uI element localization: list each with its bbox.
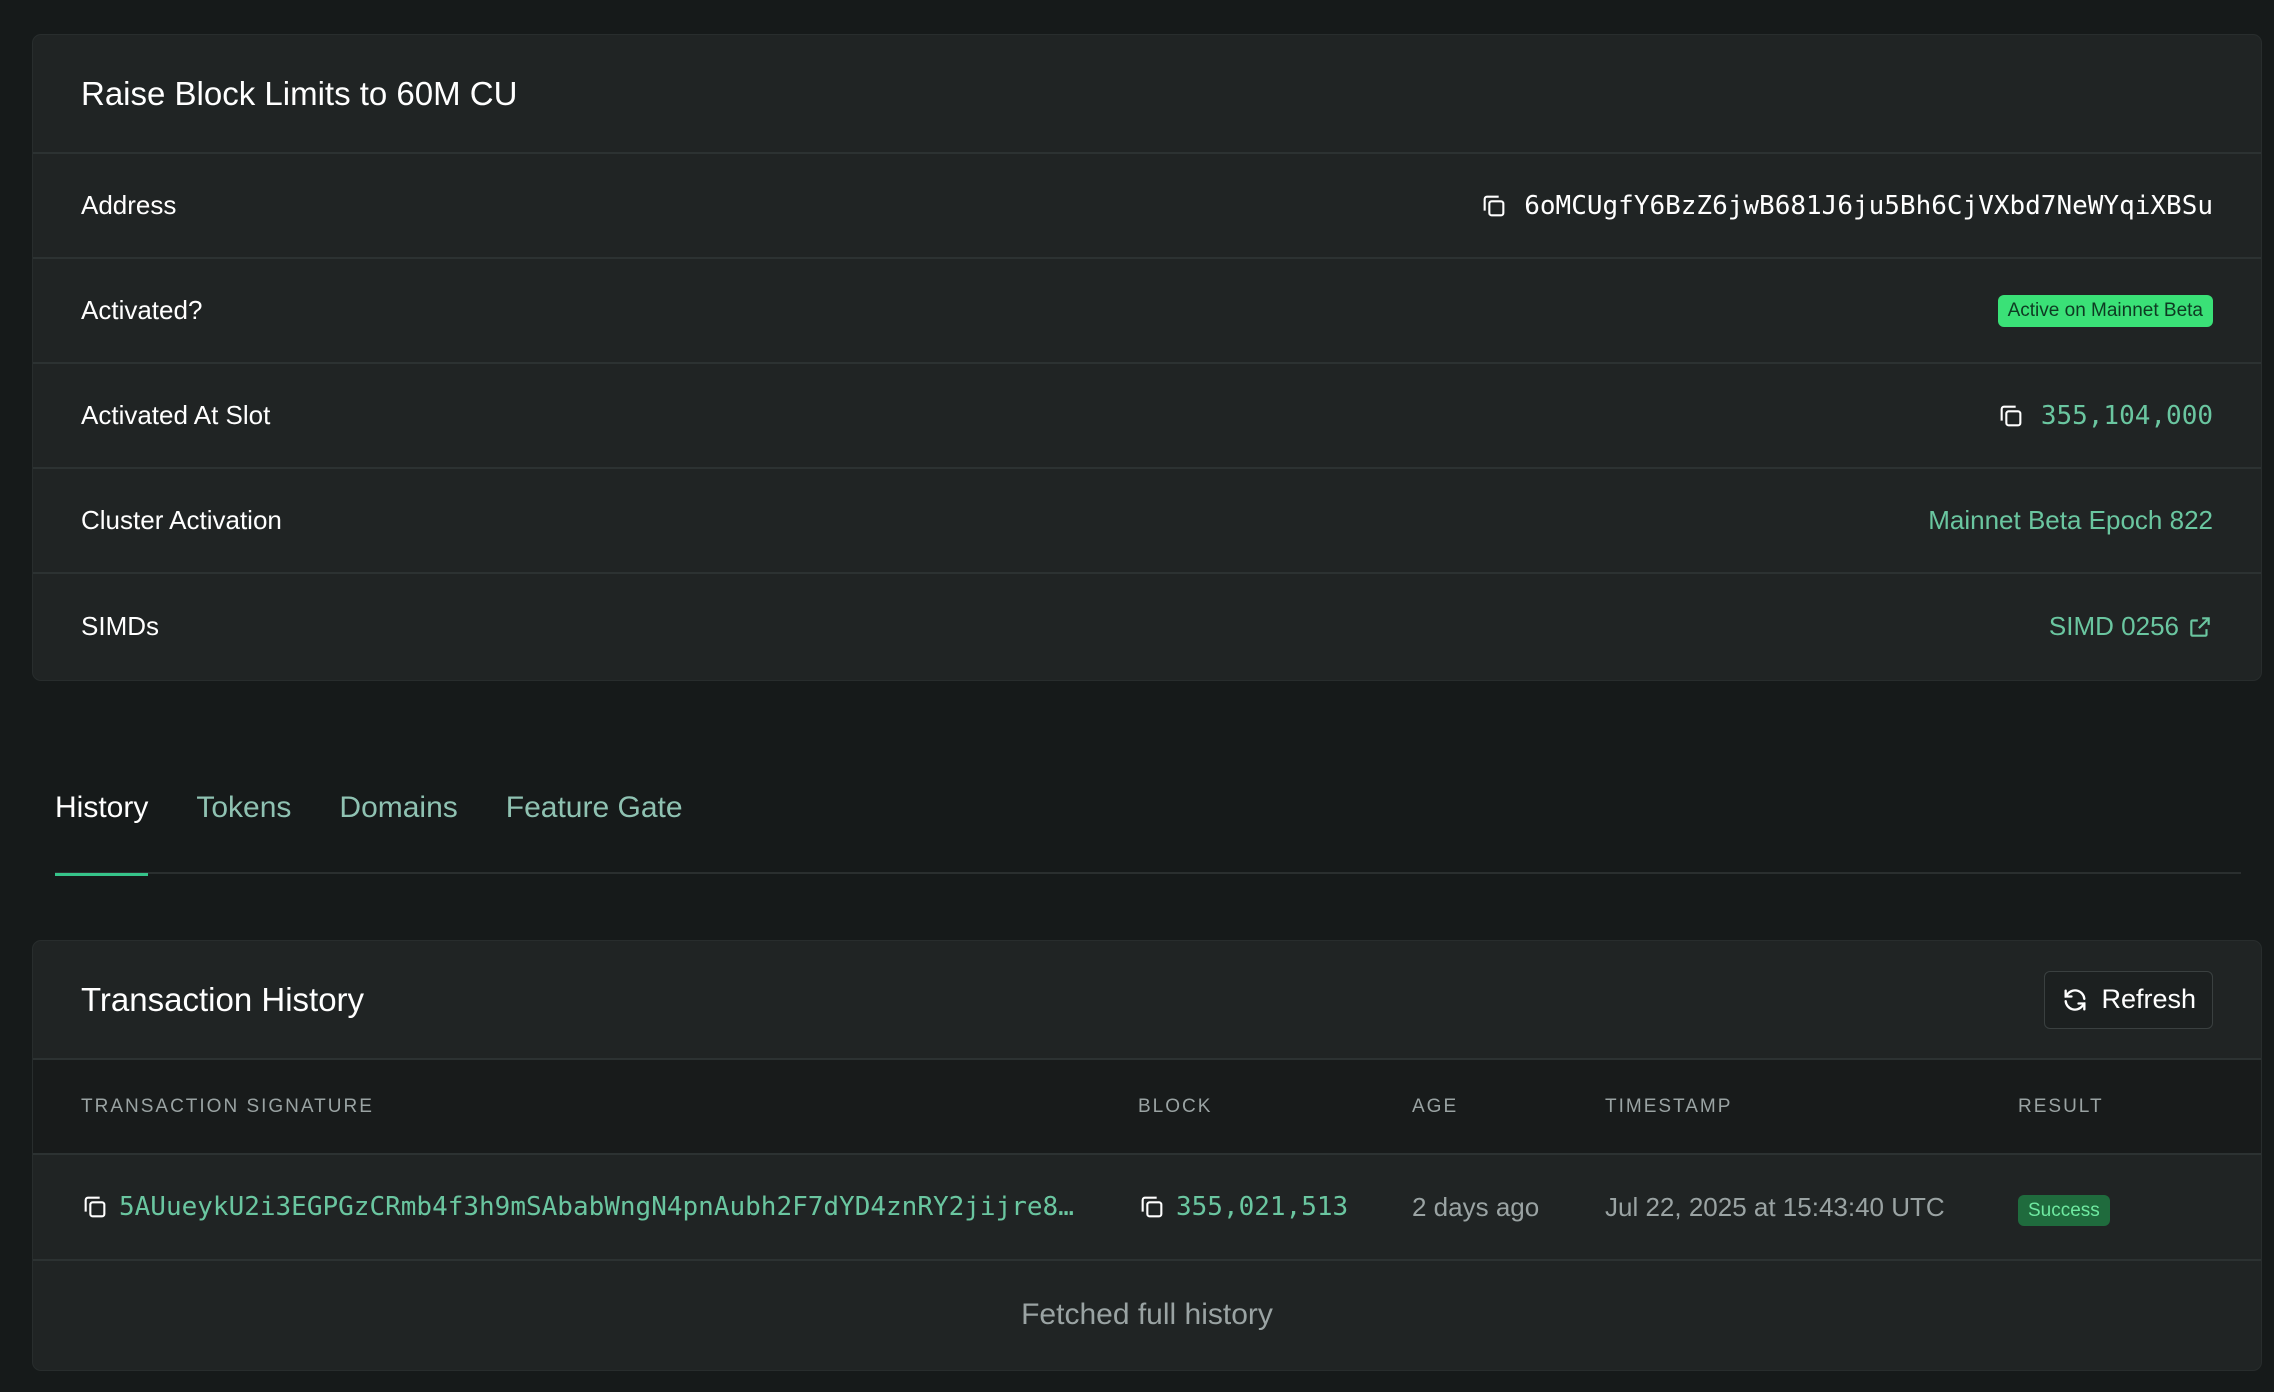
simds-row: SIMDs SIMD 0256 [33,574,2261,679]
tab-feature-gate[interactable]: Feature Gate [506,760,683,874]
table-row: 5AUueykU2i3EGPGzCRmb4f3h9mSAbabWngN4pnAu… [33,1155,2261,1261]
feature-details-card: Raise Block Limits to 60M CU Address 6oM… [32,34,2262,681]
cluster-activation-link[interactable]: Mainnet Beta Epoch 822 [1928,505,2213,536]
column-header-signature: TRANSACTION SIGNATURE [81,1095,374,1117]
column-header-age: AGE [1412,1095,1459,1117]
copy-icon[interactable] [1138,1193,1166,1221]
tab-tokens[interactable]: Tokens [196,760,291,874]
column-header-result: RESULT [2018,1095,2104,1117]
address-row: Address 6oMCUgfY6BzZ6jwB681J6ju5Bh6CjVXb… [33,154,2261,259]
slot-value-group: 355,104,000 [1997,401,2213,431]
age-cell: 2 days ago [1412,1191,1540,1222]
feature-header: Raise Block Limits to 60M CU [33,35,2261,154]
refresh-icon [2061,986,2089,1014]
success-badge: Success [2018,1194,2110,1226]
feature-title: Raise Block Limits to 60M CU [81,74,518,112]
transaction-history-card: Transaction History Refresh TRANSACTION … [32,940,2262,1371]
timestamp-cell: Jul 22, 2025 at 15:43:40 UTC [1605,1191,1945,1222]
history-title: Transaction History [81,980,365,1018]
copy-icon[interactable] [81,1193,109,1221]
activated-label: Activated? [81,295,203,325]
simd-link-group[interactable]: SIMD 0256 [2049,611,2213,642]
history-footer: Fetched full history [1021,1298,1273,1331]
address-value[interactable]: 6oMCUgfY6BzZ6jwB681J6ju5Bh6CjVXbd7NeWYqi… [1524,191,2213,221]
signature-cell: 5AUueykU2i3EGPGzCRmb4f3h9mSAbabWngN4pnAu… [81,1192,1138,1222]
block-cell: 355,021,513 [1138,1192,1412,1222]
signature-link[interactable]: 5AUueykU2i3EGPGzCRmb4f3h9mSAbabWngN4pnAu… [119,1192,1074,1222]
table-header: TRANSACTION SIGNATURE BLOCK AGE TIMESTAM… [33,1060,2261,1155]
active-status-badge: Active on Mainnet Beta [1997,294,2213,327]
copy-icon[interactable] [1480,192,1508,220]
slot-label: Activated At Slot [81,400,271,430]
account-tabs: History Tokens Domains Feature Gate [55,760,2241,876]
cluster-label: Cluster Activation [81,505,282,535]
slot-row: Activated At Slot 355,104,000 [33,364,2261,469]
simd-link[interactable]: SIMD 0256 [2049,611,2179,642]
copy-icon[interactable] [1997,402,2025,430]
refresh-button[interactable]: Refresh [2044,970,2213,1029]
address-label: Address [81,190,177,220]
activated-row: Activated? Active on Mainnet Beta [33,259,2261,364]
history-header: Transaction History Refresh [33,941,2261,1060]
simds-label: SIMDs [81,611,159,641]
tab-domains[interactable]: Domains [339,760,457,874]
block-link[interactable]: 355,021,513 [1176,1192,1348,1222]
column-header-timestamp: TIMESTAMP [1605,1095,1733,1117]
refresh-label: Refresh [2101,984,2196,1014]
cluster-row: Cluster Activation Mainnet Beta Epoch 82… [33,469,2261,574]
result-cell: Success [2018,1192,2213,1226]
slot-link[interactable]: 355,104,000 [2041,401,2213,431]
column-header-block: BLOCK [1138,1095,1213,1117]
tab-history[interactable]: History [55,760,149,876]
external-link-icon[interactable] [2187,614,2213,640]
address-value-group: 6oMCUgfY6BzZ6jwB681J6ju5Bh6CjVXbd7NeWYqi… [1480,191,2213,221]
